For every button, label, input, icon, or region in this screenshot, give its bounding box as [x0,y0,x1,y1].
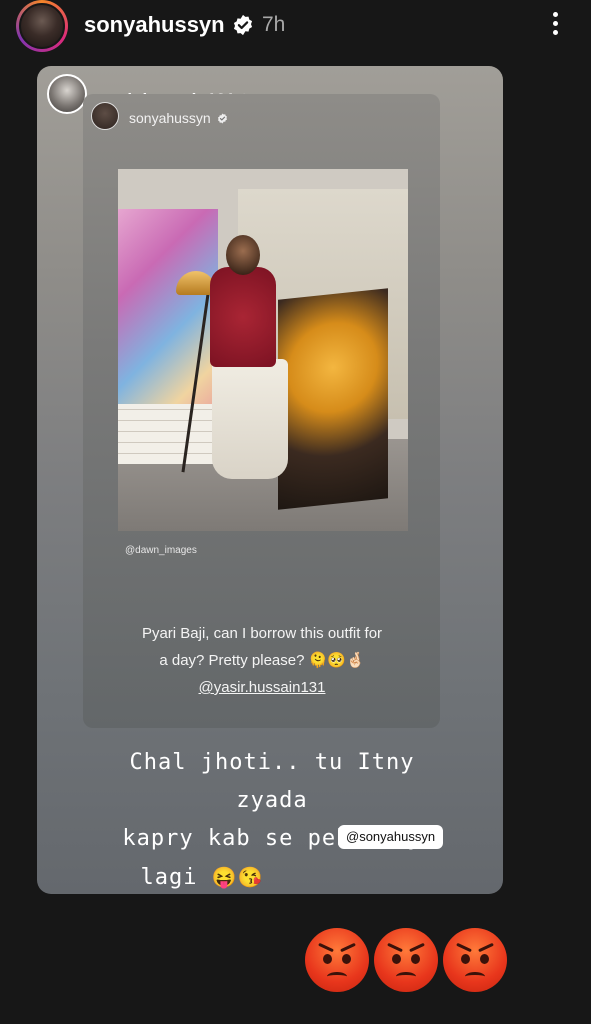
shared-post-username: sonyahussyn [129,110,211,126]
reply-line-text: lagi [140,865,198,890]
shared-post-avatar [91,102,119,130]
verified-badge-icon [233,14,253,36]
verified-badge-icon [217,113,228,124]
photo-credit: @dawn_images [125,545,197,556]
caption-mention[interactable]: @yasir.hussain131 [107,674,417,701]
story-card[interactable]: yasir.hussain131 sonyahussyn @dawn_image… [37,66,503,894]
reaction-row [305,928,510,992]
caption-line: Pyari Baji, can I borrow this outfit for [141,625,383,642]
reply-line: lagi 😝😘 [97,858,447,894]
profile-username[interactable]: sonyahussyn [84,12,225,38]
caption-line: a day? Pretty please? 🫠🥺🤞🏻 [159,652,365,669]
post-time: 7h [262,13,286,36]
shared-post[interactable]: sonyahussyn @dawn_images Pyari Baji, can… [83,94,440,728]
story-reply-text: Chal jhoti.. tu Itny zyada kapry kab se … [97,744,447,894]
more-options-icon[interactable] [547,12,563,40]
angry-face-icon[interactable] [374,928,438,992]
post-caption: Pyari Baji, can I borrow this outfit for… [107,620,417,701]
angry-face-icon[interactable] [305,928,369,992]
reshare-avatar[interactable] [47,74,87,114]
profile-avatar[interactable] [16,0,68,52]
mention-sticker[interactable]: @sonyahussyn [338,825,444,849]
story-header: sonyahussyn 7h [0,0,591,56]
reply-emojis: 😝😘 [211,865,264,889]
reply-line: Chal jhoti.. tu Itny zyada [129,750,415,813]
angry-face-icon[interactable] [443,928,507,992]
post-photo [118,169,408,531]
